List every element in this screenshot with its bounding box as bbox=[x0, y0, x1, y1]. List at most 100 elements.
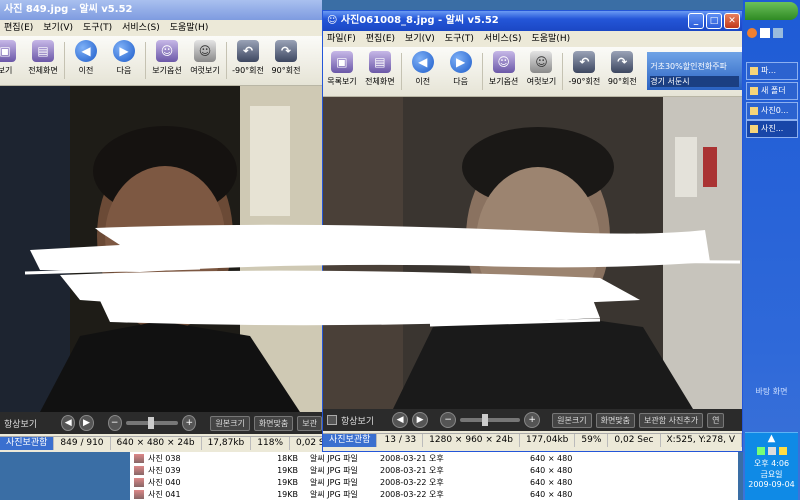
ad-banner[interactable]: 거초30%할인전화주파 경기 서둔시 bbox=[647, 52, 742, 90]
fullscreen-button[interactable]: ▤ 전체화면 bbox=[24, 36, 62, 85]
list-item[interactable]: 사진 041 19KB 알씨 JPG 파일 2008-03-22 오후 640 … bbox=[130, 488, 738, 500]
robot-icon: ☺ bbox=[492, 51, 515, 73]
photo-album-tab[interactable]: 사진보관함 bbox=[323, 434, 378, 447]
menu-edit[interactable]: 편집(E) bbox=[4, 20, 33, 36]
left-window-titlebar[interactable]: 사진 849.jpg - 알씨 v5.52 bbox=[0, 0, 322, 20]
list-item[interactable]: 사진 040 19KB 알씨 JPG 파일 2008-03-22 오후 640 … bbox=[130, 476, 738, 488]
zoom-out-button[interactable]: − bbox=[440, 412, 457, 428]
list-view-button[interactable]: ▣ 목록보기 bbox=[323, 47, 361, 96]
zoom-slider-knob[interactable] bbox=[147, 417, 154, 429]
right-viewer-window: ☺ 사진061008_8.jpg - 알씨 v5.52 _ □ ✕ 파일(F) … bbox=[322, 10, 743, 452]
rotate-left-button[interactable]: ↶ -90°회전 bbox=[229, 36, 267, 85]
zoom-slider-knob[interactable] bbox=[482, 414, 489, 426]
rotate-right-button[interactable]: ↷ 90°회전 bbox=[603, 47, 641, 96]
view-options-button[interactable]: ☺ 보기옵션 bbox=[148, 36, 186, 85]
clip-button[interactable]: 보관 bbox=[297, 415, 322, 431]
menu-edit[interactable]: 편집(E) bbox=[366, 31, 395, 47]
menu-tools[interactable]: 도구(T) bbox=[83, 20, 112, 36]
clock-time[interactable]: 오후 4:06 bbox=[745, 458, 798, 469]
zoom-slider[interactable] bbox=[125, 417, 179, 429]
next-round-button[interactable]: ▶ bbox=[412, 412, 429, 428]
menu-help[interactable]: 도움말(H) bbox=[170, 20, 209, 36]
view-icon: ▣ bbox=[0, 40, 16, 62]
add-to-album-button[interactable]: 보관함 사진추가 bbox=[639, 412, 704, 428]
explorer-icon bbox=[750, 67, 758, 75]
right-bottom-bar: 항상보기 ◀ ▶ − + 원본크기 화면맞춤 보관함 사진추가 연 bbox=[323, 409, 742, 431]
vertical-taskbar: 파... 새 폴더 사진0... 사진... 바탕 화면 ▲ 오후 4:06 금… bbox=[743, 0, 800, 500]
zoom-level: 118% bbox=[251, 437, 291, 450]
original-size-button[interactable]: 원본크기 bbox=[552, 412, 592, 428]
start-button[interactable] bbox=[745, 2, 798, 20]
rotate-right-button[interactable]: ↷ 90°회전 bbox=[267, 36, 305, 85]
chevron-up-icon[interactable]: ▲ bbox=[745, 433, 798, 444]
menu-file[interactable]: 파일(F) bbox=[327, 31, 356, 47]
minimize-button[interactable]: _ bbox=[688, 13, 704, 29]
rotate-left-icon: ↶ bbox=[237, 40, 259, 62]
taskbar-item[interactable]: 사진0... bbox=[746, 102, 798, 120]
window-controls: _ □ ✕ bbox=[688, 13, 740, 29]
desktop-label[interactable]: 바탕 화면 bbox=[743, 386, 800, 397]
original-size-button[interactable]: 원본크기 bbox=[210, 415, 250, 431]
taskbar-item[interactable]: 사진... bbox=[746, 120, 798, 138]
view-button[interactable]: ▣ 보기 bbox=[0, 36, 24, 85]
zoom-in-button[interactable]: + bbox=[524, 412, 541, 428]
right-photo bbox=[323, 97, 742, 409]
menu-view[interactable]: 보기(V) bbox=[43, 20, 73, 36]
prev-round-button[interactable]: ◀ bbox=[61, 415, 76, 431]
network-icon[interactable] bbox=[756, 447, 765, 455]
menu-help[interactable]: 도움말(H) bbox=[531, 31, 570, 47]
app-shortcut-icon[interactable] bbox=[747, 28, 757, 38]
photo-image bbox=[323, 97, 742, 409]
always-view-checkbox[interactable] bbox=[327, 415, 337, 425]
fit-screen-button[interactable]: 화면맞춤 bbox=[253, 415, 294, 431]
rotate-left-icon: ↶ bbox=[573, 51, 596, 73]
right-window-titlebar[interactable]: ☺ 사진061008_8.jpg - 알씨 v5.52 _ □ ✕ bbox=[323, 11, 742, 31]
arrow-left-icon: ◀ bbox=[75, 40, 97, 62]
zoom-out-button[interactable]: − bbox=[107, 415, 122, 431]
arrow-left-icon: ◀ bbox=[411, 51, 434, 73]
app-shortcut-icon[interactable] bbox=[760, 28, 770, 38]
zoom-in-button[interactable]: + bbox=[182, 415, 197, 431]
arrow-right-icon: ▶ bbox=[449, 51, 472, 73]
jpg-file-icon bbox=[134, 477, 144, 487]
clock-date: 2009-09-04 bbox=[748, 480, 795, 489]
more-button[interactable]: 연 bbox=[707, 412, 725, 428]
multi-view-button[interactable]: ☺ 여럿보기 bbox=[523, 47, 561, 96]
left-window-title: 사진 849.jpg - 알씨 v5.52 bbox=[4, 4, 133, 15]
maximize-button[interactable]: □ bbox=[706, 13, 722, 29]
next-button[interactable]: ▶ 다음 bbox=[105, 36, 143, 85]
taskbar-item[interactable]: 파... bbox=[746, 62, 798, 80]
menu-view[interactable]: 보기(V) bbox=[405, 31, 435, 47]
prev-round-button[interactable]: ◀ bbox=[392, 412, 409, 428]
menu-tools[interactable]: 도구(T) bbox=[445, 31, 474, 47]
menu-service[interactable]: 서비스(S) bbox=[122, 20, 160, 36]
menu-service[interactable]: 서비스(S) bbox=[484, 31, 522, 47]
zoom-slider[interactable] bbox=[460, 414, 521, 426]
rotate-left-button[interactable]: ↶ -90°회전 bbox=[565, 47, 603, 96]
left-toolbar: ▣ 보기 ▤ 전체화면 ◀ 이전 ▶ 다음 ☺ 보기옵션 ☺ 여럿보기 ↶ -90°회전 ↷ 9… bbox=[0, 36, 322, 86]
image-size: 17,87kb bbox=[202, 437, 252, 450]
rotate-right-icon: ↷ bbox=[611, 51, 634, 73]
list-item[interactable]: 사진 039 19KB 알씨 JPG 파일 2008-03-21 오후 640 … bbox=[130, 464, 738, 476]
multi-view-button[interactable]: ☺ 여럿보기 bbox=[186, 36, 224, 85]
close-button[interactable]: ✕ bbox=[724, 13, 740, 29]
taskbar-item[interactable]: 새 폴더 bbox=[746, 82, 798, 100]
speaker-icon[interactable] bbox=[767, 447, 776, 455]
app-shortcut-icon[interactable] bbox=[773, 28, 783, 38]
robot-icon: ☺ bbox=[194, 40, 216, 62]
load-time: 0,02 Sec bbox=[290, 437, 322, 450]
image-index: 13 / 33 bbox=[377, 434, 424, 447]
security-icon[interactable] bbox=[778, 447, 787, 455]
prev-button[interactable]: ◀ 이전 bbox=[67, 36, 105, 85]
next-button[interactable]: ▶ 다음 bbox=[442, 47, 480, 96]
robot-icon: ☺ bbox=[530, 51, 553, 73]
fullscreen-icon: ▤ bbox=[368, 51, 391, 73]
fullscreen-button[interactable]: ▤ 전체화면 bbox=[361, 47, 399, 96]
prev-button[interactable]: ◀ 이전 bbox=[404, 47, 442, 96]
next-round-button[interactable]: ▶ bbox=[79, 415, 94, 431]
list-item[interactable]: 사진 038 18KB 알씨 JPG 파일 2008-03-21 오후 640 … bbox=[130, 452, 738, 464]
always-view-label[interactable]: 항상보기 bbox=[4, 417, 37, 430]
fit-screen-button[interactable]: 화면맞춤 bbox=[595, 412, 636, 428]
photo-album-tab[interactable]: 사진보관함 bbox=[0, 437, 55, 450]
view-options-button[interactable]: ☺ 보기옵션 bbox=[485, 47, 523, 96]
